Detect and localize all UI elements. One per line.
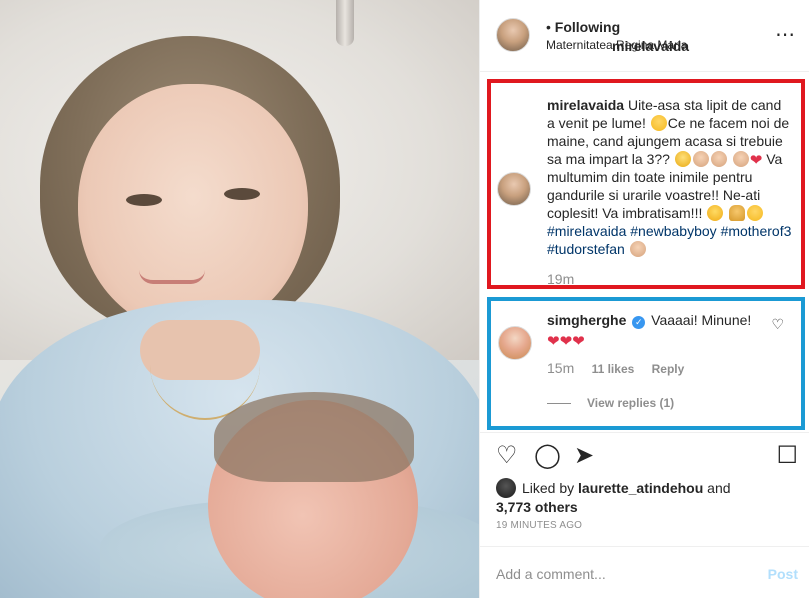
mouth bbox=[139, 270, 205, 284]
likes-prefix: Liked by bbox=[522, 480, 579, 496]
comment-highlight-box bbox=[487, 297, 805, 430]
share-icon[interactable]: ➤ bbox=[574, 443, 594, 469]
mother-face bbox=[78, 84, 308, 334]
avatar[interactable] bbox=[496, 18, 530, 52]
like-heart-icon[interactable]: ♡ bbox=[496, 443, 518, 469]
posted-time[interactable]: 19 MINUTES AGO bbox=[496, 520, 582, 531]
following-button[interactable]: Following bbox=[555, 19, 620, 35]
add-comment-input[interactable]: Add a comment... bbox=[496, 566, 606, 582]
action-bar: ♡ ◯ ➤ ☐ bbox=[480, 432, 809, 480]
post-photo[interactable] bbox=[0, 0, 479, 598]
likes-summary: Liked by laurette_atindehou and 3,773 ot… bbox=[496, 478, 796, 516]
post-header: mirelavaida • Following Maternitatea Reg… bbox=[480, 0, 809, 72]
left-eye bbox=[126, 194, 162, 206]
bookmark-icon[interactable]: ☐ bbox=[776, 443, 798, 469]
post-comment-button[interactable]: Post bbox=[768, 566, 798, 582]
baby-hair bbox=[214, 392, 414, 482]
liker-avatar[interactable] bbox=[496, 478, 516, 498]
more-options-icon[interactable]: ⋯ bbox=[775, 22, 796, 47]
caption-highlight-box bbox=[487, 79, 805, 289]
likes-others[interactable]: 3,773 others bbox=[496, 499, 578, 515]
comment-bubble-icon[interactable]: ◯ bbox=[534, 443, 561, 469]
bed-rail bbox=[336, 0, 354, 46]
location-link[interactable]: Maternitatea Regina Maria bbox=[546, 38, 687, 52]
right-eye bbox=[224, 188, 260, 200]
liker-username[interactable]: laurette_atindehou bbox=[578, 480, 703, 496]
header-line: mirelavaida • Following bbox=[546, 19, 689, 54]
separator-dot: • bbox=[546, 19, 551, 35]
add-comment-bar: Add a comment... Post bbox=[480, 546, 809, 598]
likes-and: and bbox=[703, 480, 731, 496]
